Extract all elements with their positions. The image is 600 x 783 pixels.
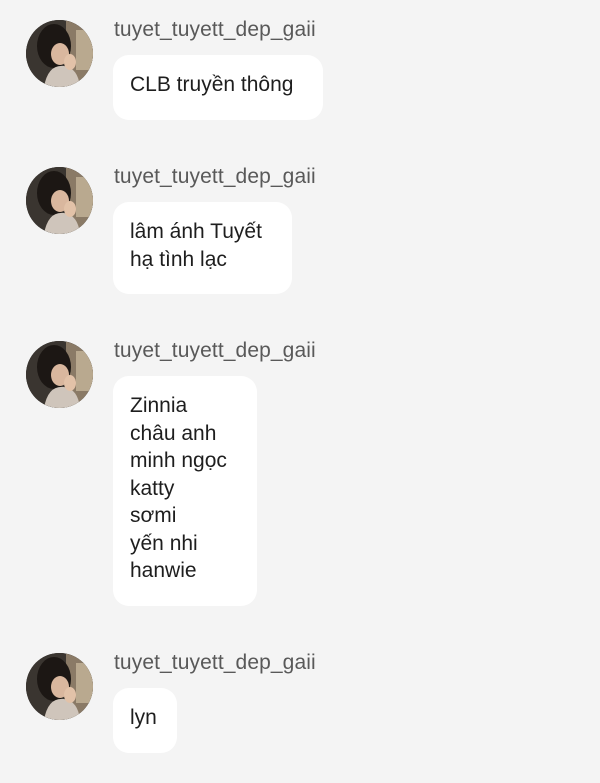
profile-photo-icon xyxy=(26,653,93,720)
message-bubble[interactable]: lyn xyxy=(113,688,177,753)
sender-username[interactable]: tuyet_tuyett_dep_gaii xyxy=(114,18,316,42)
profile-photo-icon xyxy=(26,167,93,234)
message-bubble[interactable]: CLB truyền thông xyxy=(113,55,323,120)
message-text: hạ tình lạc xyxy=(130,247,227,271)
avatar[interactable] xyxy=(26,653,93,720)
profile-photo-icon xyxy=(26,341,93,408)
message-text: minh ngọc xyxy=(130,449,227,472)
message-text: Zinnia xyxy=(130,394,188,417)
message-text: hanwie xyxy=(130,559,197,582)
message-text: CLB truyền thông xyxy=(130,73,294,96)
message-text: châu anh xyxy=(130,421,217,445)
message-text: lâm ánh Tuyết xyxy=(130,220,262,243)
sender-username[interactable]: tuyet_tuyett_dep_gaii xyxy=(114,651,316,675)
message-bubble[interactable]: Zinnia châu anh minh ngọc katty sơmi yến… xyxy=(113,376,257,606)
message-bubble[interactable]: lâm ánh Tuyết hạ tình lạc xyxy=(113,202,292,294)
avatar[interactable] xyxy=(26,167,93,234)
message-text: yến nhi xyxy=(130,531,198,555)
message-text: lyn xyxy=(130,706,157,729)
avatar[interactable] xyxy=(26,20,93,87)
message-text: katty xyxy=(130,476,175,500)
profile-photo-icon xyxy=(26,20,93,87)
sender-username[interactable]: tuyet_tuyett_dep_gaii xyxy=(114,165,316,189)
avatar[interactable] xyxy=(26,341,93,408)
message-text: sơmi xyxy=(130,504,177,527)
sender-username[interactable]: tuyet_tuyett_dep_gaii xyxy=(114,339,316,363)
